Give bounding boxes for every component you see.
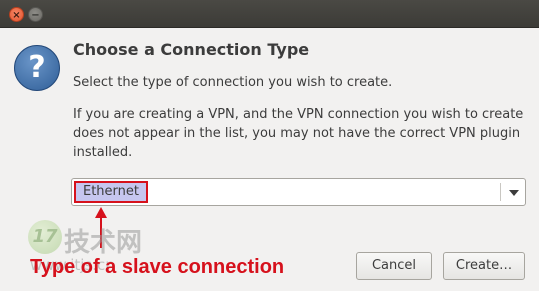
annotation-label: Type of a slave connection [30,256,285,278]
create-button[interactable]: Create… [443,252,525,280]
cancel-button[interactable]: Cancel [356,252,432,280]
question-icon: ? [14,45,60,91]
dialog-subtext: Select the type of connection you wish t… [73,75,393,90]
watermark-badge: 17 [28,220,62,254]
connection-type-selected-value: Ethernet [74,181,148,203]
title-bar: × − [0,0,539,28]
dialog-description: If you are creating a VPN, and the VPN c… [73,107,524,160]
dialog-title: Choose a Connection Type [73,40,310,59]
connection-type-dropdown[interactable]: Ethernet [71,178,526,206]
dropdown-divider [500,183,501,201]
chevron-down-icon[interactable] [509,190,519,196]
watermark-chinese-text: 技术网 [64,228,143,258]
close-window-button[interactable]: × [9,7,24,22]
minimize-window-button[interactable]: − [28,7,43,22]
